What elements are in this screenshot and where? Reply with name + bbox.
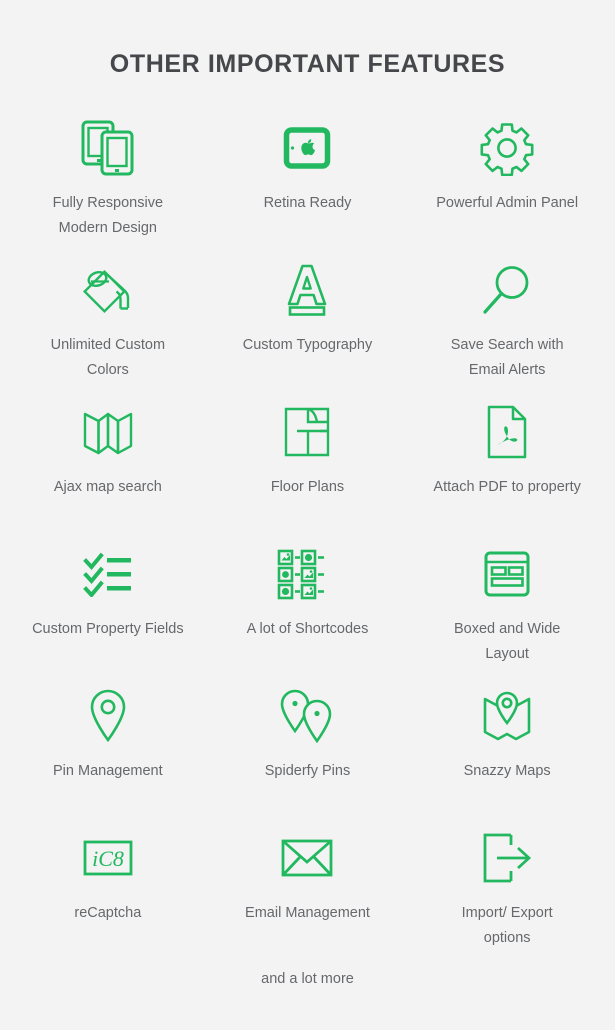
feature-item[interactable]: Floor Plans [208,397,408,539]
recaptcha-text: iC8 [92,846,124,871]
feature-label: Snazzy Maps [463,763,551,779]
feature-label: reCaptcha [74,905,142,921]
typography-letter-a-icon [283,259,331,321]
double-map-pin-icon [279,685,335,747]
feature-label: Attach PDF to property [433,479,581,495]
feature-item[interactable]: A lot of Shortcodes [208,539,408,681]
feature-item[interactable]: Attach PDF to property [407,397,607,539]
feature-item[interactable]: iC8 reCaptcha [8,823,208,965]
feature-label: Email Management [245,905,370,921]
feature-label: Pin Management [53,763,163,779]
feature-label: Fully Responsive Modern Design [52,195,164,236]
map-pin-icon [89,685,127,747]
feature-label: Custom Property Fields [32,621,184,637]
feature-label: Powerful Admin Panel [436,195,579,211]
recaptcha-box-icon: iC8 [82,827,134,889]
feature-item[interactable]: Snazzy Maps [407,681,607,823]
gear-icon [479,117,535,179]
pdf-document-icon [485,401,529,463]
feature-label: Retina Ready [263,195,352,211]
feature-item[interactable]: Save Search with Email Alerts [407,255,607,397]
footer-note: and a lot more [261,971,354,987]
feature-item[interactable]: Custom Property Fields [8,539,208,681]
checklist-icon [82,543,134,605]
envelope-icon [280,827,334,889]
feature-label: Floor Plans [270,479,345,495]
feature-label: Boxed and Wide Layout [453,621,561,662]
feature-label: Ajax map search [53,479,162,495]
paint-bucket-icon [79,259,137,321]
feature-item[interactable]: Email Management [208,823,408,965]
feature-item[interactable]: Pin Management [8,681,208,823]
floor-plan-icon [282,401,332,463]
feature-label: Save Search with Email Alerts [450,337,564,378]
feature-label: Custom Typography [242,337,373,353]
feature-item[interactable]: Retina Ready [208,113,408,255]
map-with-pin-icon [481,685,533,747]
responsive-devices-icon [80,117,136,179]
export-arrow-icon [480,827,534,889]
feature-item[interactable]: Ajax map search [8,397,208,539]
page-title: OTHER IMPORTANT FEATURES [109,50,506,78]
feature-item[interactable]: Import/ Export options [407,823,607,965]
features-section: OTHER IMPORTANT FEATURES Fully Responsiv… [0,0,615,1030]
feature-label: Unlimited Custom Colors [50,337,166,378]
feature-label: A lot of Shortcodes [246,621,369,637]
feature-item[interactable]: Unlimited Custom Colors [8,255,208,397]
shortcodes-grid-icon [276,543,338,605]
feature-item[interactable]: Boxed and Wide Layout [407,539,607,681]
feature-item[interactable]: Spiderfy Pins [208,681,408,823]
feature-label: Import/ Export options [461,905,553,946]
retina-apple-tablet-icon [282,117,332,179]
features-grid: Fully Responsive Modern Design Retina Re… [0,113,615,965]
layout-boxed-icon [483,543,531,605]
magnifier-search-icon [479,259,535,321]
folded-map-icon [81,401,135,463]
feature-label: Spiderfy Pins [264,763,351,779]
feature-item[interactable]: Fully Responsive Modern Design [8,113,208,255]
feature-item[interactable]: Powerful Admin Panel [407,113,607,255]
feature-item[interactable]: Custom Typography [208,255,408,397]
